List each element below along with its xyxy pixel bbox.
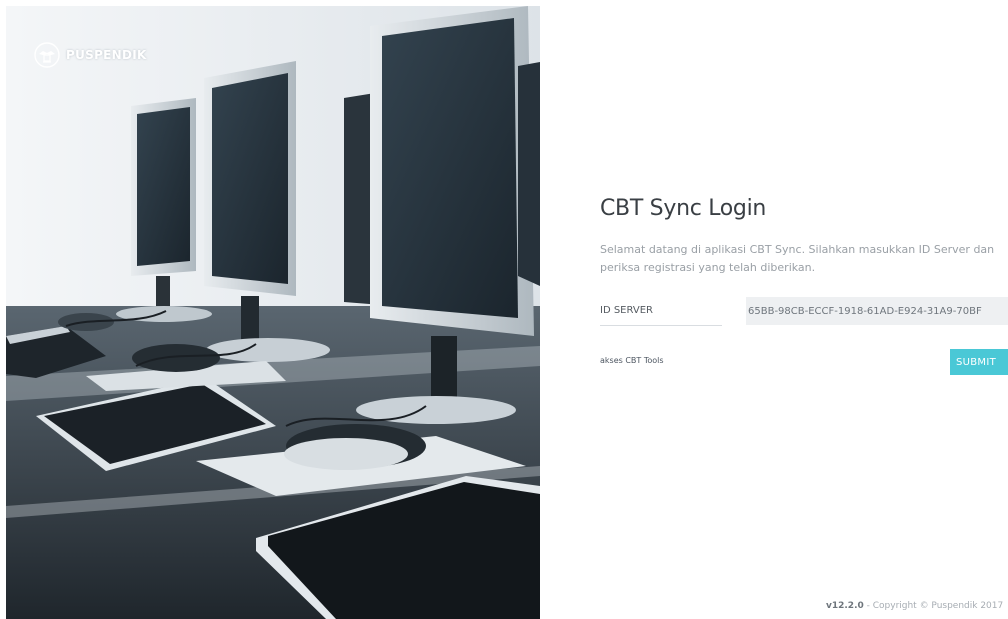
brand: PUSPENDIK [34,42,147,68]
submit-button[interactable]: SUBMIT [950,349,1008,375]
id-server-row: ID SERVER [600,297,1008,327]
version-label: v12.2.0 [826,601,864,611]
footer: v12.2.0 - Copyright © Puspendik 2017 [826,601,1003,611]
copyright-text: - Copyright © Puspendik 2017 [863,601,1004,611]
computer-lab-illustration [6,6,540,619]
login-panel: CBT Sync Login Selamat datang di aplikas… [600,196,1008,375]
form-actions: akses CBT Tools SUBMIT [600,349,1008,375]
garuda-emblem-icon [34,42,60,68]
id-server-label: ID SERVER [600,297,722,326]
cbt-tools-link[interactable]: akses CBT Tools [600,356,664,365]
page-title: CBT Sync Login [600,196,767,221]
brand-name: PUSPENDIK [66,48,147,62]
id-server-input[interactable] [746,297,1008,325]
page: PUSPENDIK CBT Sync Login Selamat datang … [0,0,1008,619]
hero-photo: PUSPENDIK [6,6,540,619]
login-description: Selamat datang di aplikasi CBT Sync. Sil… [600,243,995,274]
